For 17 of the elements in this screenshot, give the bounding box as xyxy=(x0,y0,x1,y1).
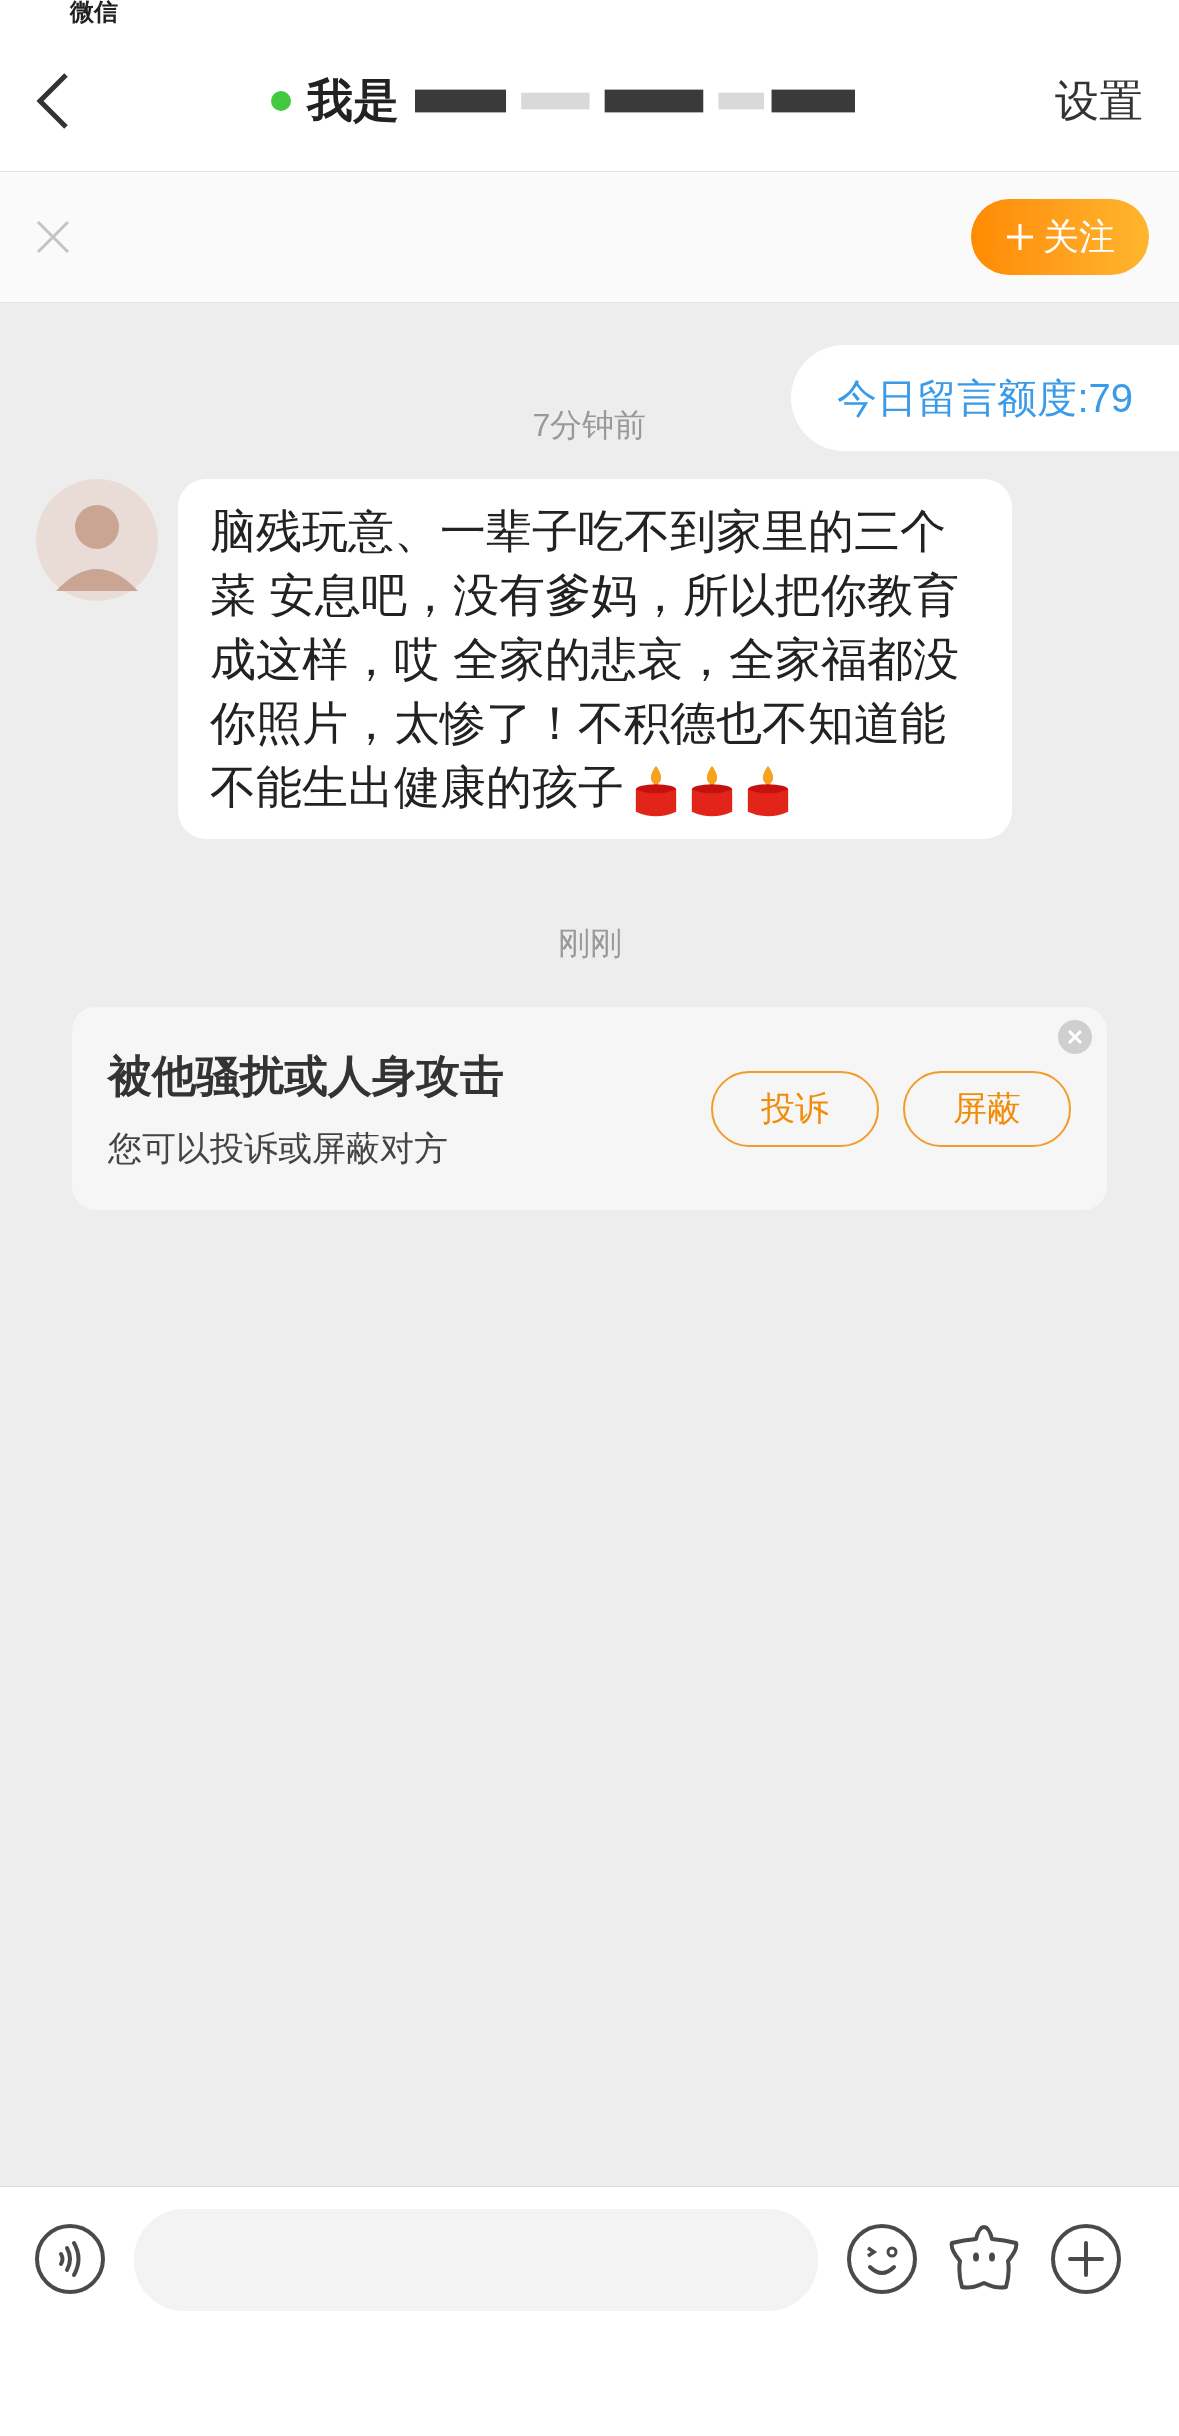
back-icon[interactable] xyxy=(36,71,70,130)
timestamp: 7分钟前 xyxy=(532,406,647,445)
card-subtitle: 您可以投诉或屏蔽对方 xyxy=(108,1128,449,1169)
action-button[interactable]: 屏蔽 xyxy=(903,1070,1071,1147)
quota-bubble: 今日留言额度:79 xyxy=(791,345,1179,451)
message-bubble: 脑残玩意、一辈子吃不到家里的三个菜 安息吧，没有爹妈，所以把你教育成这样，哎 全家的悲哀，全家福都没你照片，太惨了！不积德也不知道能不能生出健康的孩子 xyxy=(178,479,1012,839)
smiley-icon[interactable] xyxy=(846,2223,918,2295)
plus-icon xyxy=(1005,222,1035,252)
action-button[interactable]: 投诉 xyxy=(711,1070,879,1147)
voice-icon[interactable] xyxy=(34,2223,106,2295)
chat-title: 我是 xyxy=(306,73,399,128)
card-title: 被他骚扰或人身攻击 xyxy=(108,1050,504,1102)
settings-button[interactable]: 设置 xyxy=(1055,67,1143,134)
back-label[interactable]: 微信 xyxy=(70,0,118,24)
follow-button[interactable]: 关注 xyxy=(971,199,1149,275)
plus-circle-icon[interactable] xyxy=(1050,2223,1122,2295)
timestamp: 刚刚 xyxy=(557,924,622,963)
